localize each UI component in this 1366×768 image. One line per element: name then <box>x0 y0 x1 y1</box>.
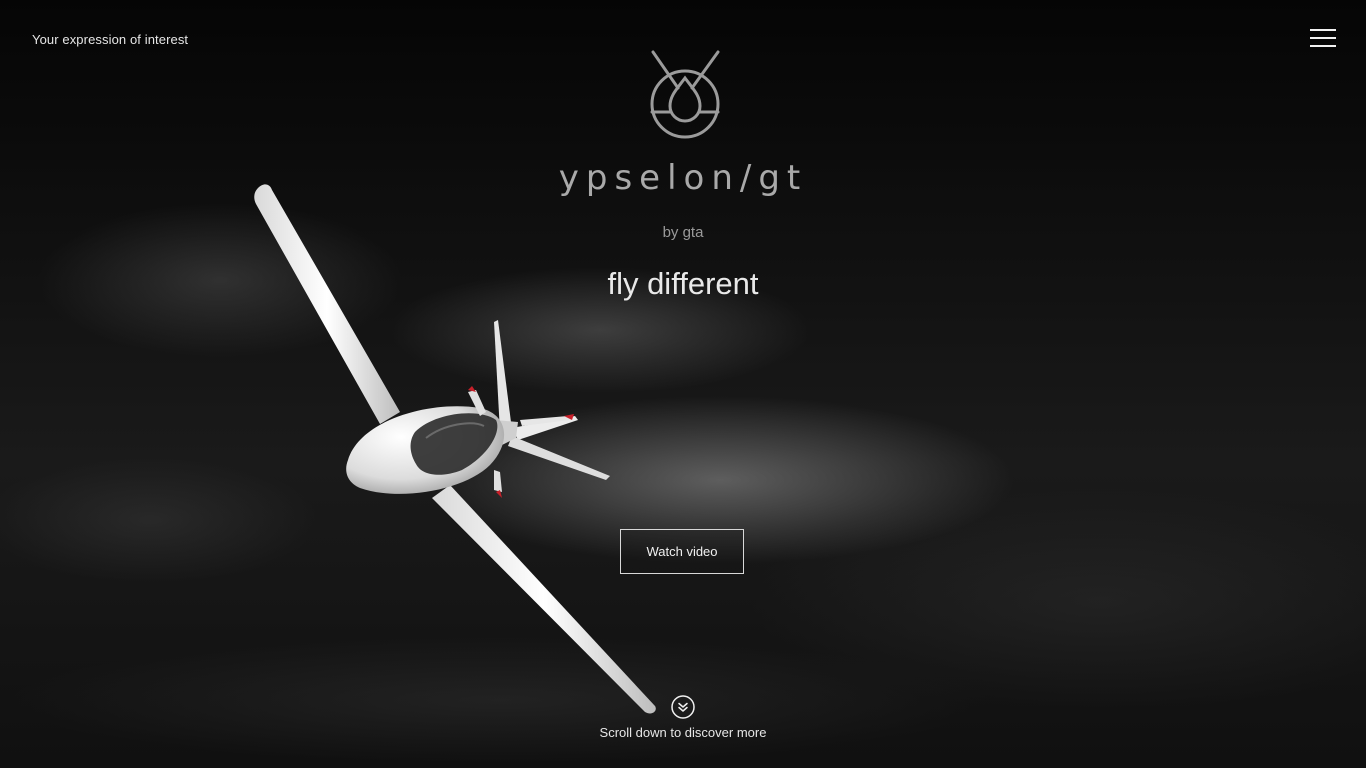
scroll-down-hint: Scroll down to discover more <box>599 725 767 740</box>
expression-of-interest-link[interactable]: Your expression of interest <box>32 32 188 47</box>
menu-bar <box>1310 29 1336 31</box>
aircraft-image <box>254 184 656 714</box>
chevron-double-down-circle-icon[interactable] <box>671 695 695 719</box>
watch-video-button[interactable]: Watch video <box>620 529 744 574</box>
hamburger-menu-icon[interactable] <box>1310 29 1336 49</box>
brand-byline: by gta <box>662 224 704 241</box>
menu-bar <box>1310 37 1336 39</box>
hero-section: Your expression of interest ypselon/gt b… <box>0 0 1366 768</box>
menu-bar <box>1310 45 1336 47</box>
hero-tagline: fly different <box>607 266 759 301</box>
brand-wordmark: ypselon/gt <box>558 158 808 198</box>
ypselon-emblem-icon <box>650 50 720 139</box>
